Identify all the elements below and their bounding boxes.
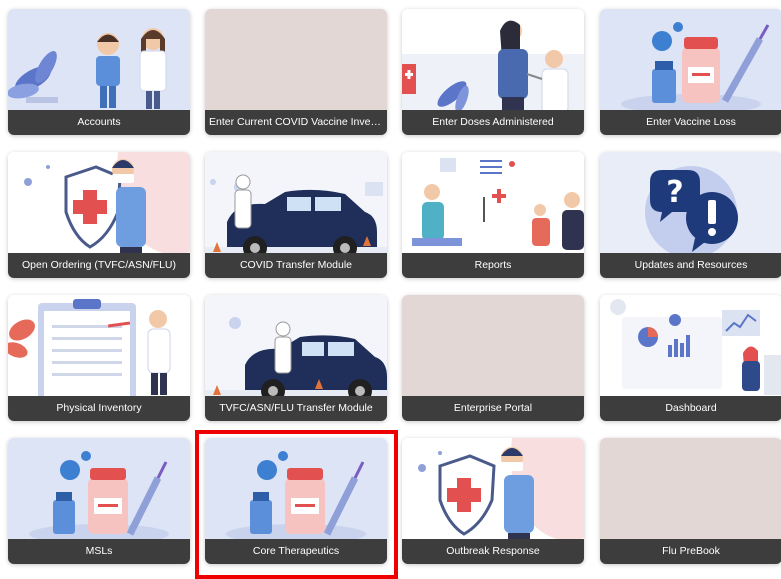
tile-flu-prebook[interactable]: Flu PreBook — [600, 438, 781, 564]
tile-outbreak-response[interactable]: Outbreak Response — [402, 438, 584, 564]
tile-label: Flu PreBook — [600, 539, 781, 564]
tile-label: Enter Doses Administered — [402, 110, 584, 135]
tile-label: Accounts — [8, 110, 190, 135]
tile-label: Physical Inventory — [8, 396, 190, 421]
tile-physical-inventory[interactable]: Physical Inventory — [8, 295, 190, 421]
tile-label: MSLs — [8, 539, 190, 564]
tile-open-ordering[interactable]: Open Ordering (TVFC/ASN/FLU) — [8, 152, 190, 278]
tile-reports[interactable]: Reports — [402, 152, 584, 278]
tile-label: Enter Current COVID Vaccine Inven... — [205, 110, 387, 135]
tile-label: Reports — [402, 253, 584, 278]
tile-label: Core Therapeutics — [205, 539, 387, 564]
tile-dashboard[interactable]: Dashboard — [600, 295, 781, 421]
svg-text:?: ? — [666, 175, 683, 210]
tile-covid-transfer-module[interactable]: COVID Transfer Module — [205, 152, 387, 278]
tile-enter-doses-administered[interactable]: Enter Doses Administered — [402, 9, 584, 135]
tile-msls[interactable]: MSLs — [8, 438, 190, 564]
tile-label: Updates and Resources — [600, 253, 781, 278]
tile-label: Open Ordering (TVFC/ASN/FLU) — [8, 253, 190, 278]
tile-label: Enter Vaccine Loss — [600, 110, 781, 135]
tile-enter-current-covid-vaccine-inventory[interactable]: Enter Current COVID Vaccine Inven... — [205, 9, 387, 135]
tile-label: Outbreak Response — [402, 539, 584, 564]
tile-label: Dashboard — [600, 396, 781, 421]
tile-label: COVID Transfer Module — [205, 253, 387, 278]
tile-updates-and-resources[interactable]: ? Updates and Resources — [600, 152, 781, 278]
tile-accounts[interactable]: Accounts — [8, 9, 190, 135]
tile-label: Enterprise Portal — [402, 396, 584, 421]
tile-core-therapeutics[interactable]: Core Therapeutics — [205, 438, 387, 564]
tile-tvfc-asn-flu-transfer-module[interactable]: TVFC/ASN/FLU Transfer Module — [205, 295, 387, 421]
tile-label: TVFC/ASN/FLU Transfer Module — [205, 396, 387, 421]
tile-enterprise-portal[interactable]: Enterprise Portal — [402, 295, 584, 421]
tile-enter-vaccine-loss[interactable]: Enter Vaccine Loss — [600, 9, 781, 135]
